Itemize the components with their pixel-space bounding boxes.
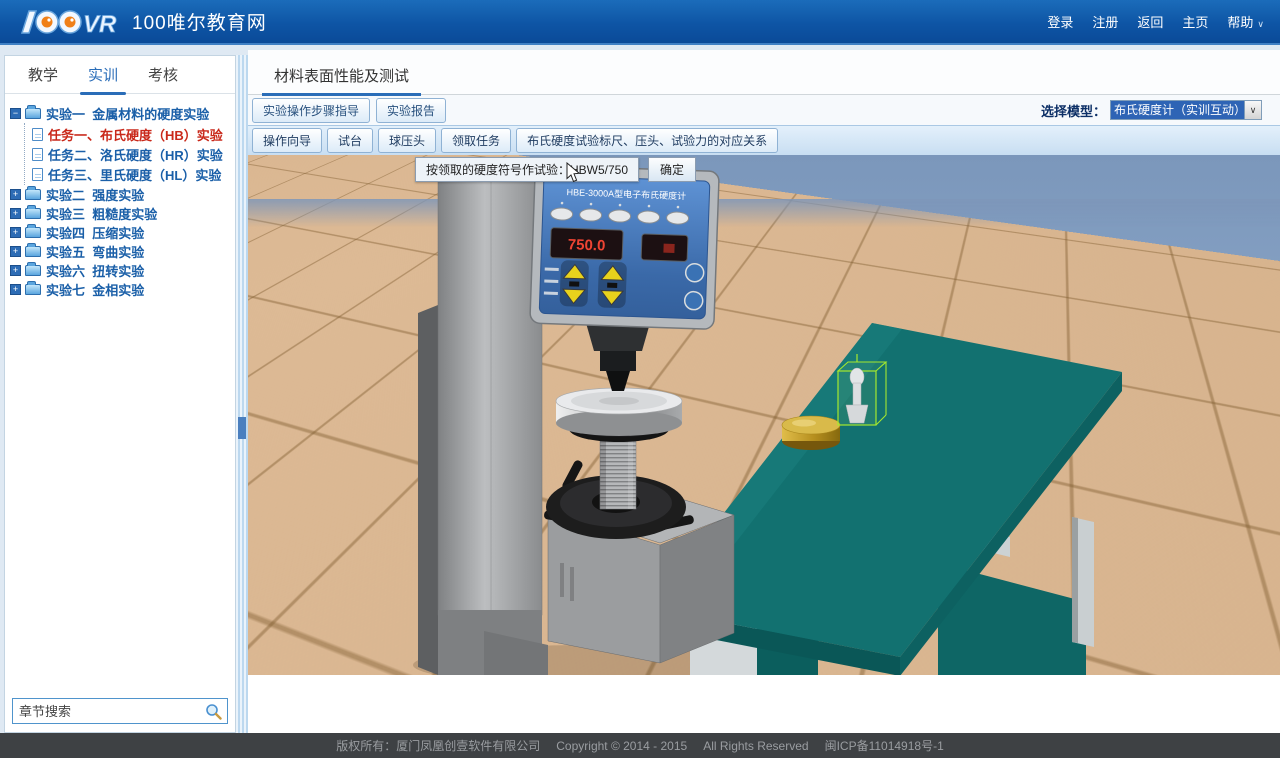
expand-icon[interactable]: + bbox=[10, 208, 21, 219]
expand-icon[interactable]: + bbox=[10, 246, 21, 257]
get-task-button[interactable]: 领取任务 bbox=[441, 128, 511, 153]
expand-icon[interactable]: + bbox=[10, 189, 21, 200]
copyright-owner: 版权所有：厦门凤凰创壹软件有限公司 bbox=[336, 737, 540, 754]
start-button[interactable] bbox=[685, 263, 704, 282]
tree-node-exp1[interactable]: − 实验一 金属材料的硬度实验 bbox=[10, 104, 230, 123]
reset-button[interactable] bbox=[684, 291, 703, 310]
report-button[interactable]: 实验报告 bbox=[376, 98, 446, 123]
100vr-logo-icon: VR bbox=[16, 6, 122, 38]
viewport-lower-strip bbox=[248, 675, 1280, 733]
arrow-down-button[interactable] bbox=[597, 261, 627, 308]
indenter-housing[interactable] bbox=[586, 323, 650, 391]
sidebar-tabs: 教学 实训 考核 bbox=[5, 56, 235, 94]
expand-icon[interactable]: + bbox=[10, 284, 21, 295]
tree-node-exp6[interactable]: + 实验六 扭转实验 bbox=[10, 261, 230, 280]
task-prompt: 按领取的硬度符号作试验：HBW5/750 确定 bbox=[415, 157, 696, 182]
collapse-icon[interactable]: − bbox=[10, 108, 21, 119]
test-platform[interactable] bbox=[556, 388, 682, 442]
test-platform-button[interactable]: 试台 bbox=[327, 128, 373, 153]
rights-reserved: All Rights Reserved bbox=[703, 739, 808, 753]
model-select-label: 选择模型： bbox=[1041, 101, 1106, 120]
splitter-handle-icon[interactable] bbox=[238, 417, 246, 439]
folder-icon bbox=[25, 265, 41, 276]
chapter-search bbox=[12, 698, 228, 724]
nav-home[interactable]: 主页 bbox=[1182, 12, 1208, 31]
folder-icon bbox=[25, 284, 41, 295]
document-icon bbox=[32, 128, 43, 141]
folder-icon bbox=[25, 189, 41, 200]
nav-login[interactable]: 登录 bbox=[1047, 12, 1073, 31]
nav-help[interactable]: 帮助∨ bbox=[1227, 12, 1264, 31]
chevron-down-icon[interactable]: ∨ bbox=[1244, 101, 1261, 119]
led-display-secondary bbox=[663, 244, 674, 253]
folder-icon bbox=[25, 227, 41, 238]
folder-open-icon bbox=[25, 108, 41, 119]
wizard-button[interactable]: 操作向导 bbox=[252, 128, 322, 153]
experiment-tree: − 实验一 金属材料的硬度实验 任务一、布氏硬度（HB）实验 任务二、洛氏硬度（… bbox=[5, 94, 235, 309]
scale-relation-button[interactable]: 布氏硬度试验标尺、压头、试验力的对应关系 bbox=[516, 128, 778, 153]
sidebar-splitter[interactable] bbox=[236, 55, 248, 733]
folder-icon bbox=[25, 208, 41, 219]
content-area: 教学 实训 考核 − 实验一 金属材料的硬度实验 任务一、布氏硬度（HB）实验 … bbox=[0, 50, 1280, 733]
gold-specimen[interactable] bbox=[782, 416, 840, 450]
tab-training[interactable]: 实训 bbox=[86, 55, 120, 94]
expand-icon[interactable]: + bbox=[10, 265, 21, 276]
chevron-down-icon: ∨ bbox=[1257, 19, 1264, 29]
search-input[interactable] bbox=[13, 704, 205, 719]
arrow-up-button[interactable] bbox=[559, 260, 589, 307]
tree-node-exp2[interactable]: + 实验二 强度实验 bbox=[10, 185, 230, 204]
3d-scene[interactable]: HBE-3000A型电子布氏硬度计 750.0 bbox=[248, 155, 1280, 675]
nav-back[interactable]: 返回 bbox=[1137, 12, 1163, 31]
ball-indenter-button[interactable]: 球压头 bbox=[378, 128, 436, 153]
lead-screw bbox=[600, 431, 636, 509]
document-icon bbox=[32, 148, 43, 161]
folder-icon bbox=[25, 246, 41, 257]
tree-node-exp5[interactable]: + 实验五 弯曲实验 bbox=[10, 242, 230, 261]
actions-row: 实验操作步骤指导 实验报告 选择模型： 布氏硬度计（实训互动） ∨ bbox=[248, 95, 1280, 125]
course-tab[interactable]: 材料表面性能及测试 bbox=[262, 65, 421, 96]
control-panel[interactable]: HBE-3000A型电子布氏硬度计 750.0 bbox=[530, 165, 719, 329]
3d-viewport[interactable]: HBE-3000A型电子布氏硬度计 750.0 bbox=[248, 155, 1280, 675]
tree-node-exp4[interactable]: + 实验四 压缩实验 bbox=[10, 223, 230, 242]
copyright-years: Copyright © 2014 - 2015 bbox=[556, 739, 687, 753]
model-select-value: 布氏硬度计（实训互动） bbox=[1111, 101, 1244, 119]
model-select-group: 选择模型： 布氏硬度计（实训互动） ∨ bbox=[1041, 100, 1262, 120]
svg-text:VR: VR bbox=[83, 11, 117, 38]
mouse-cursor-icon bbox=[566, 162, 581, 184]
led-display: 750.0 bbox=[568, 236, 606, 254]
sidebar: 教学 实训 考核 − 实验一 金属材料的硬度实验 任务一、布氏硬度（HB）实验 … bbox=[4, 55, 236, 733]
tab-teaching[interactable]: 教学 bbox=[26, 55, 60, 94]
tree-node-task1[interactable]: 任务一、布氏硬度（HB）实验 bbox=[25, 124, 230, 144]
hardness-tester[interactable]: HBE-3000A型电子布氏硬度计 750.0 bbox=[418, 161, 734, 675]
app-header: VR 100唯尔教育网 登录 注册 返回 主页 帮助∨ bbox=[0, 0, 1280, 45]
footer: 版权所有：厦门凤凰创壹软件有限公司 Copyright © 2014 - 201… bbox=[0, 733, 1280, 758]
icp-license: 闽ICP备11014918号-1 bbox=[825, 737, 944, 754]
tree-children-exp1: 任务一、布氏硬度（HB）实验 任务二、洛氏硬度（HR）实验 任务三、里氏硬度（H… bbox=[24, 123, 230, 185]
steps-guide-button[interactable]: 实验操作步骤指导 bbox=[252, 98, 370, 123]
main-panel: 材料表面性能及测试 实验操作步骤指导 实验报告 选择模型： 布氏硬度计（实训互动… bbox=[248, 50, 1280, 733]
tree-node-exp3[interactable]: + 实验三 粗糙度实验 bbox=[10, 204, 230, 223]
tree-node-task2[interactable]: 任务二、洛氏硬度（HR）实验 bbox=[25, 144, 230, 164]
confirm-button[interactable]: 确定 bbox=[648, 157, 696, 182]
document-icon bbox=[32, 168, 43, 181]
tree-node-task3[interactable]: 任务三、里氏硬度（HL）实验 bbox=[25, 164, 230, 184]
top-nav: 登录 注册 返回 主页 帮助∨ bbox=[1028, 12, 1264, 31]
search-icon[interactable] bbox=[205, 703, 222, 720]
sim-toolbar: 操作向导 试台 球压头 领取任务 布氏硬度试验标尺、压头、试验力的对应关系 bbox=[248, 125, 1280, 155]
tab-assessment[interactable]: 考核 bbox=[146, 55, 180, 94]
model-select[interactable]: 布氏硬度计（实训互动） ∨ bbox=[1110, 100, 1262, 120]
nav-register[interactable]: 注册 bbox=[1092, 12, 1118, 31]
expand-icon[interactable]: + bbox=[10, 227, 21, 238]
course-tab-row: 材料表面性能及测试 bbox=[248, 50, 1280, 95]
prompt-message: 按领取的硬度符号作试验：HBW5/750 bbox=[415, 157, 639, 182]
tree-node-exp7[interactable]: + 实验七 金相实验 bbox=[10, 280, 230, 299]
site-title: 100唯尔教育网 bbox=[132, 8, 267, 35]
